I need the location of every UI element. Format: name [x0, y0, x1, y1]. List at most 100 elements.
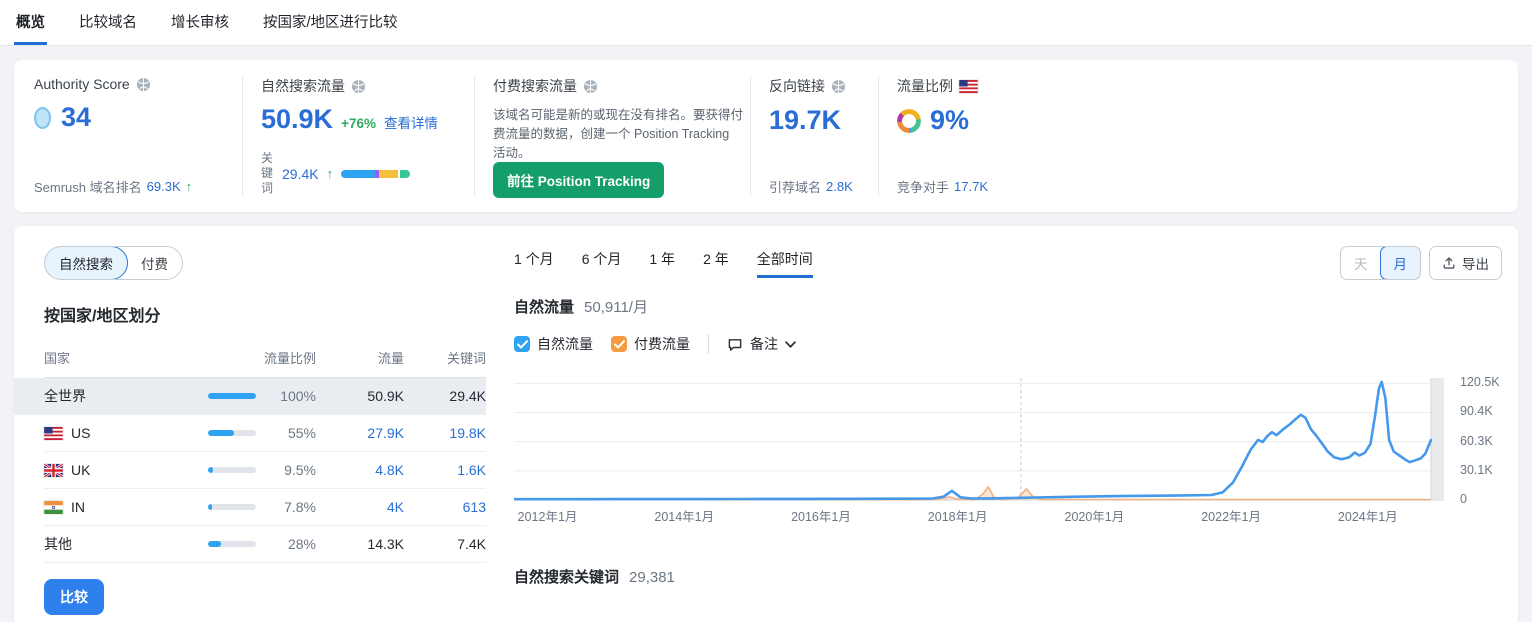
- traffic-share-section: 流量比例 9% 竞争对手 17.7K: [878, 76, 1498, 196]
- organic-traffic-chart-title: 自然流量: [514, 296, 574, 317]
- backlinks-title: 反向链接: [769, 76, 825, 96]
- country-name: 全世界: [44, 386, 86, 406]
- paid-traffic-section: 付费搜索流量 该域名可能是新的或现在没有排名。要获得付费流量的数据，创建一个 P…: [474, 76, 750, 196]
- authority-gauge-icon: [34, 107, 51, 129]
- info-icon[interactable]: [583, 79, 598, 94]
- position-tracking-button[interactable]: 前往 Position Tracking: [493, 162, 664, 198]
- competitors-value[interactable]: 17.7K: [954, 179, 988, 194]
- toggle-organic[interactable]: 自然搜索: [44, 246, 128, 280]
- compare-button[interactable]: 比较: [44, 579, 104, 615]
- share-percent: 100%: [256, 388, 316, 404]
- uk-flag-icon: [44, 464, 63, 477]
- country-breakdown-title: 按国家/地区划分: [44, 302, 486, 326]
- table-row-uk[interactable]: UK 9.5%4.8K1.6K: [44, 452, 486, 489]
- note-bubble-icon: [727, 337, 743, 352]
- us-flag-icon: [959, 80, 978, 93]
- traffic-value[interactable]: 4K: [316, 499, 404, 515]
- tab-6-months[interactable]: 6 个月: [582, 249, 622, 278]
- legend-organic-label: 自然流量: [537, 334, 593, 354]
- granularity-day[interactable]: 天: [1341, 247, 1381, 279]
- share-bar: [208, 393, 256, 399]
- organic-traffic-chart-value: 50,911/月: [584, 296, 648, 317]
- legend-organic-checkbox[interactable]: 自然流量: [514, 334, 593, 354]
- traffic-value[interactable]: 4.8K: [316, 462, 404, 478]
- domain-rank-value[interactable]: 69.3K: [147, 179, 181, 194]
- tab-all-time[interactable]: 全部时间: [757, 249, 813, 278]
- time-range-tabs: 1 个月 6 个月 1 年 2 年 全部时间: [514, 249, 813, 278]
- chart-y-axis-labels: 030.1K60.3K90.4K120.5K: [1452, 374, 1512, 502]
- table-row-in[interactable]: IN7.8%4K613: [44, 489, 486, 526]
- keywords-value[interactable]: 1.6K: [404, 462, 486, 478]
- organic-traffic-section: 自然搜索流量 50.9K +76% 查看详情 关键词 29.4K ↑: [242, 76, 474, 196]
- notes-dropdown[interactable]: 备注: [727, 334, 796, 354]
- organic-traffic-delta: +76%: [341, 116, 376, 131]
- competitors-label: 竞争对手: [897, 177, 949, 196]
- tab-1-month[interactable]: 1 个月: [514, 249, 554, 278]
- tab-growth-audit[interactable]: 增长审核: [169, 0, 231, 45]
- share-bar: [208, 541, 256, 547]
- share-percent: 28%: [256, 536, 316, 552]
- checkbox-checked-icon: [514, 336, 530, 352]
- keywords-value[interactable]: 613: [404, 499, 486, 515]
- domain-rank-label: Semrush 域名排名: [34, 177, 142, 196]
- table-row-r4[interactable]: 其他28%14.3K7.4K: [44, 526, 486, 563]
- country-name: US: [71, 425, 90, 441]
- view-details-link[interactable]: 查看详情: [384, 112, 438, 132]
- backlinks-section: 反向链接 19.7K 引荐域名 2.8K: [750, 76, 878, 196]
- tab-overview[interactable]: 概览: [14, 0, 47, 45]
- traffic-type-toggle: 自然搜索 付费: [44, 246, 183, 280]
- tab-compare-by-country[interactable]: 按国家/地区进行比较: [261, 0, 400, 45]
- traffic-value: 50.9K: [316, 388, 404, 404]
- legend-paid-label: 付费流量: [634, 334, 690, 354]
- paid-traffic-title: 付费搜索流量: [493, 76, 577, 96]
- traffic-value[interactable]: 27.9K: [316, 425, 404, 441]
- share-percent: 55%: [256, 425, 316, 441]
- share-percent: 9.5%: [256, 462, 316, 478]
- info-icon[interactable]: [136, 77, 151, 92]
- keywords-value[interactable]: 19.8K: [404, 425, 486, 441]
- organic-keywords-title: 自然搜索关键词: [514, 566, 619, 587]
- col-traffic: 流量: [316, 348, 404, 367]
- organic-keywords-value: 29,381: [629, 569, 675, 586]
- keywords-value: 7.4K: [404, 536, 486, 552]
- checkbox-checked-icon: [611, 336, 627, 352]
- country-name: 其他: [44, 534, 72, 554]
- export-label: 导出: [1462, 253, 1489, 273]
- traffic-share-title: 流量比例: [897, 76, 953, 96]
- backlinks-value: 19.7K: [769, 105, 860, 136]
- authority-score-value: 34: [61, 102, 91, 133]
- country-name: UK: [71, 462, 90, 478]
- in-flag-icon: [44, 501, 63, 514]
- paid-traffic-description: 该域名可能是新的或现在没有排名。要获得付费流量的数据，创建一个 Position…: [493, 106, 743, 162]
- col-keywords: 关键词: [404, 348, 486, 367]
- export-button[interactable]: 导出: [1429, 246, 1502, 280]
- traffic-trend-chart[interactable]: 030.1K60.3K90.4K120.5K 2012年1月2014年1月201…: [514, 374, 1502, 524]
- toggle-paid[interactable]: 付费: [127, 247, 182, 279]
- col-country: 国家: [44, 348, 208, 367]
- tab-1-year[interactable]: 1 年: [649, 249, 675, 278]
- tab-compare-domains[interactable]: 比较域名: [77, 0, 139, 45]
- table-row-us[interactable]: US 55%27.9K19.8K: [44, 415, 486, 452]
- up-arrow-icon: ↑: [186, 179, 193, 194]
- col-traffic-share: 流量比例: [256, 348, 316, 367]
- country-table-header: 国家 流量比例 流量 关键词: [44, 340, 486, 378]
- table-row-r0[interactable]: 全世界 100%50.9K29.4K: [14, 378, 486, 415]
- chevron-down-icon: [785, 341, 796, 348]
- keywords-value: 29.4K: [404, 388, 486, 404]
- granularity-month[interactable]: 月: [1380, 246, 1422, 280]
- keywords-count[interactable]: 29.4K: [282, 166, 319, 182]
- country-table-body: 全世界 100%50.9K29.4K US 55%27.9K19.8K UK 9.5%4.…: [44, 378, 486, 563]
- overview-tabbar: 概览 比较域名 增长审核 按国家/地区进行比较: [0, 0, 1532, 46]
- ref-domains-label: 引荐域名: [769, 177, 821, 196]
- organic-traffic-title: 自然搜索流量: [261, 76, 345, 96]
- info-icon[interactable]: [831, 79, 846, 94]
- ref-domains-value[interactable]: 2.8K: [826, 179, 853, 194]
- info-icon[interactable]: [351, 79, 366, 94]
- country-name: IN: [71, 499, 85, 515]
- us-flag-icon: [44, 427, 63, 440]
- share-bar: [208, 467, 256, 473]
- share-bar: [208, 504, 256, 510]
- legend-paid-checkbox[interactable]: 付费流量: [611, 334, 690, 354]
- tab-2-years[interactable]: 2 年: [703, 249, 729, 278]
- upload-icon: [1442, 256, 1456, 270]
